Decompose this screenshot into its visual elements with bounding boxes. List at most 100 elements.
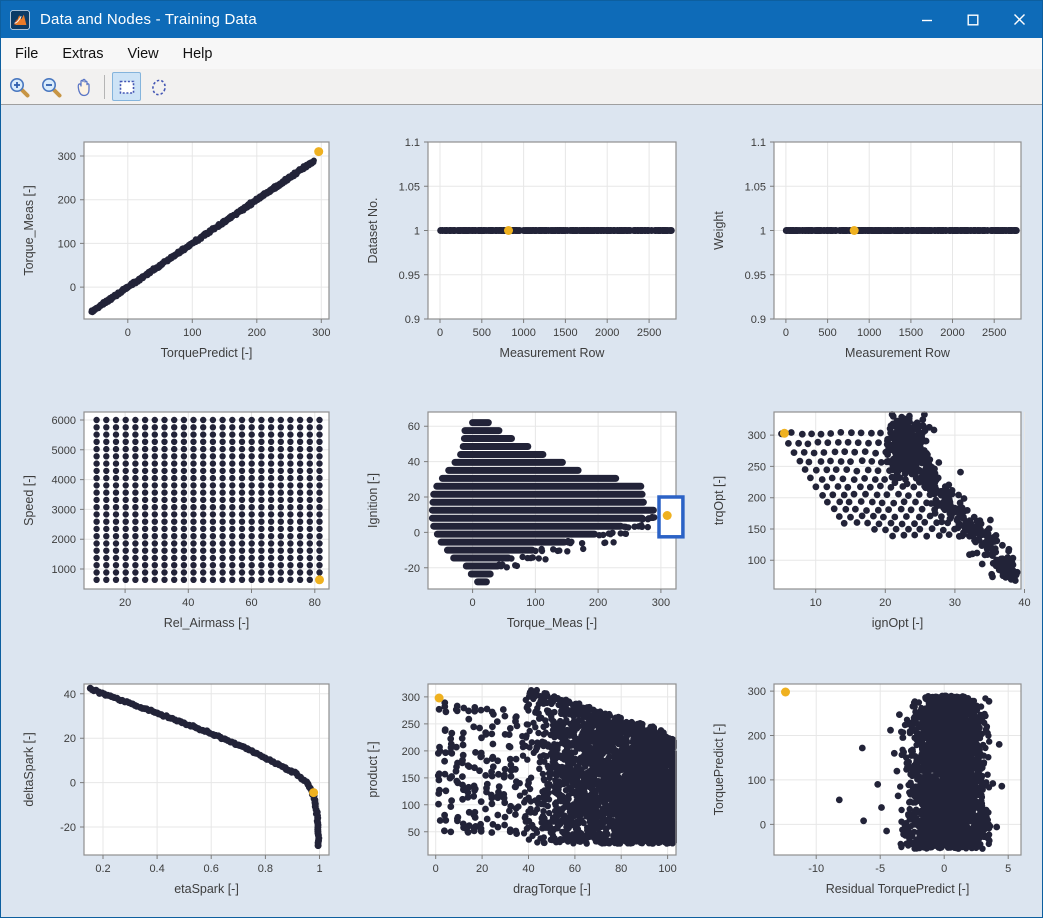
x-tick-label: 80 [309, 597, 321, 609]
x-axis-label: etaSpark [-] [174, 882, 239, 896]
window-title: Data and Nodes - Training Data [40, 11, 257, 28]
x-tick-label: 0 [433, 863, 439, 875]
x-tick-label: 0.4 [149, 863, 164, 875]
selected-point-marker[interactable] [435, 694, 444, 703]
subplot-trqopt-vs-ignopt[interactable]: 10203040100150200250300ignOpt [-]trqOpt … [699, 400, 1033, 642]
selected-point-marker[interactable] [309, 788, 318, 797]
subplot-dataset-no-vs-measurement-row[interactable]: 050010001500200025000.90.9511.051.1Measu… [353, 130, 688, 372]
rubberband-rectangle-tool[interactable] [112, 72, 141, 101]
figure-client-area[interactable]: 01002003000100200300TorquePredict [-]Tor… [1, 105, 1042, 917]
x-tick-label: 60 [569, 863, 581, 875]
window-controls [904, 1, 1042, 38]
titlebar[interactable]: Data and Nodes - Training Data [1, 1, 1042, 38]
y-tick-label: 200 [402, 746, 420, 758]
subplot-ignition-vs-torque-meas[interactable]: 0100200300-200204060Torque_Meas [-]Ignit… [353, 400, 688, 642]
y-tick-label: 60 [408, 421, 420, 433]
toolbar-separator [104, 75, 105, 99]
y-tick-label: 0.9 [405, 314, 420, 326]
rubberband-ellipse-tool[interactable] [144, 72, 173, 101]
selected-point-marker[interactable] [781, 688, 790, 697]
x-tick-label: 300 [312, 327, 330, 339]
subplot-product-vs-dragtorque[interactable]: 02040608010050100150200250300dragTorque … [353, 672, 688, 908]
x-tick-label: 20 [119, 597, 131, 609]
y-tick-label: 0 [70, 778, 76, 790]
x-axis-label: ignOpt [-] [872, 616, 923, 630]
y-axis-label: TorquePredict [-] [712, 724, 726, 816]
y-tick-label: 1 [760, 226, 766, 238]
y-tick-label: 300 [58, 151, 76, 163]
menu-file[interactable]: File [3, 46, 50, 62]
selected-point-marker[interactable] [850, 226, 859, 235]
x-tick-label: 200 [248, 327, 266, 339]
x-axis-label: TorquePredict [-] [161, 346, 253, 360]
selected-point-marker[interactable] [315, 575, 324, 584]
y-tick-label: 150 [748, 524, 766, 536]
x-tick-label: 10 [810, 597, 822, 609]
x-tick-label: 500 [473, 327, 491, 339]
x-tick-label: 1000 [511, 327, 535, 339]
y-tick-label: 1000 [52, 564, 76, 576]
x-tick-label: 0 [437, 327, 443, 339]
plot-canvas-speed-vs-rel-airmass[interactable]: 20406080100020003000400050006000Rel_Airm… [9, 400, 341, 637]
y-tick-label: 300 [748, 430, 766, 442]
zoom-out-tool[interactable] [36, 72, 65, 101]
x-tick-label: 40 [182, 597, 194, 609]
selected-point-marker[interactable] [314, 147, 323, 156]
x-tick-label: 30 [949, 597, 961, 609]
plot-canvas-weight-vs-measurement-row[interactable]: 050010001500200025000.90.9511.051.1Measu… [699, 130, 1033, 367]
subplot-torque-meas-vs-torque-predict[interactable]: 01002003000100200300TorquePredict [-]Tor… [9, 130, 341, 372]
plot-canvas-product-vs-dragtorque[interactable]: 02040608010050100150200250300dragTorque … [353, 672, 688, 903]
y-axis-label: Dataset No. [366, 197, 380, 263]
x-tick-label: 2500 [982, 327, 1006, 339]
y-tick-label: 0.9 [751, 314, 766, 326]
x-axis-label: Rel_Airmass [-] [164, 616, 249, 630]
zoom-in-tool[interactable] [4, 72, 33, 101]
y-axis-label: Ignition [-] [366, 473, 380, 528]
x-tick-label: 0.2 [95, 863, 110, 875]
y-tick-label: 0 [70, 282, 76, 294]
pan-tool[interactable] [68, 72, 97, 101]
plot-canvas-dataset-no-vs-measurement-row[interactable]: 050010001500200025000.90.9511.051.1Measu… [353, 130, 688, 367]
menu-help[interactable]: Help [171, 46, 225, 62]
menu-view[interactable]: View [115, 46, 170, 62]
menu-extras[interactable]: Extras [50, 46, 115, 62]
selected-point-marker[interactable] [780, 429, 789, 438]
plot-canvas-torquepredict-vs-residual[interactable]: -10-5050100200300Residual TorquePredict … [699, 672, 1033, 903]
app-window: Data and Nodes - Training Data FileExtra… [0, 0, 1043, 918]
subplot-speed-vs-rel-airmass[interactable]: 20406080100020003000400050006000Rel_Airm… [9, 400, 341, 642]
x-tick-label: 60 [245, 597, 257, 609]
y-tick-label: 0 [414, 527, 420, 539]
minimize-button[interactable] [904, 1, 950, 38]
x-tick-label: -10 [808, 863, 824, 875]
plot-canvas-ignition-vs-torque-meas[interactable]: 0100200300-200204060Torque_Meas [-]Ignit… [353, 400, 688, 637]
subplot-deltaspark-vs-etaspark[interactable]: 0.20.40.60.81-2002040etaSpark [-]deltaSp… [9, 672, 341, 908]
x-tick-label: 1000 [857, 327, 881, 339]
y-tick-label: 20 [408, 492, 420, 504]
plot-canvas-deltaspark-vs-etaspark[interactable]: 0.20.40.60.81-2002040etaSpark [-]deltaSp… [9, 672, 341, 903]
x-tick-label: 1500 [553, 327, 577, 339]
selected-point-marker[interactable] [504, 226, 513, 235]
subplot-weight-vs-measurement-row[interactable]: 050010001500200025000.90.9511.051.1Measu… [699, 130, 1033, 372]
subplot-torquepredict-vs-residual[interactable]: -10-5050100200300Residual TorquePredict … [699, 672, 1033, 908]
y-tick-label: 0 [760, 819, 766, 831]
close-button[interactable] [996, 1, 1042, 38]
y-tick-label: 200 [58, 195, 76, 207]
x-tick-label: 100 [526, 597, 544, 609]
toolbar [1, 69, 1042, 105]
x-tick-label: 40 [522, 863, 534, 875]
y-tick-label: 1.05 [399, 181, 420, 193]
x-tick-label: 20 [476, 863, 488, 875]
y-tick-label: 1.1 [751, 137, 766, 149]
x-tick-label: 100 [658, 863, 676, 875]
y-tick-label: 100 [402, 800, 420, 812]
x-tick-label: 2000 [595, 327, 619, 339]
x-tick-label: 5 [1005, 863, 1011, 875]
y-tick-label: 300 [748, 686, 766, 698]
plot-canvas-trqopt-vs-ignopt[interactable]: 10203040100150200250300ignOpt [-]trqOpt … [699, 400, 1033, 637]
x-axis-label: Measurement Row [845, 346, 951, 360]
maximize-button[interactable] [950, 1, 996, 38]
x-tick-label: 1500 [899, 327, 923, 339]
y-tick-label: 1.1 [405, 137, 420, 149]
selected-point-marker[interactable] [663, 511, 672, 520]
plot-canvas-torque-meas-vs-torque-predict[interactable]: 01002003000100200300TorquePredict [-]Tor… [9, 130, 341, 367]
